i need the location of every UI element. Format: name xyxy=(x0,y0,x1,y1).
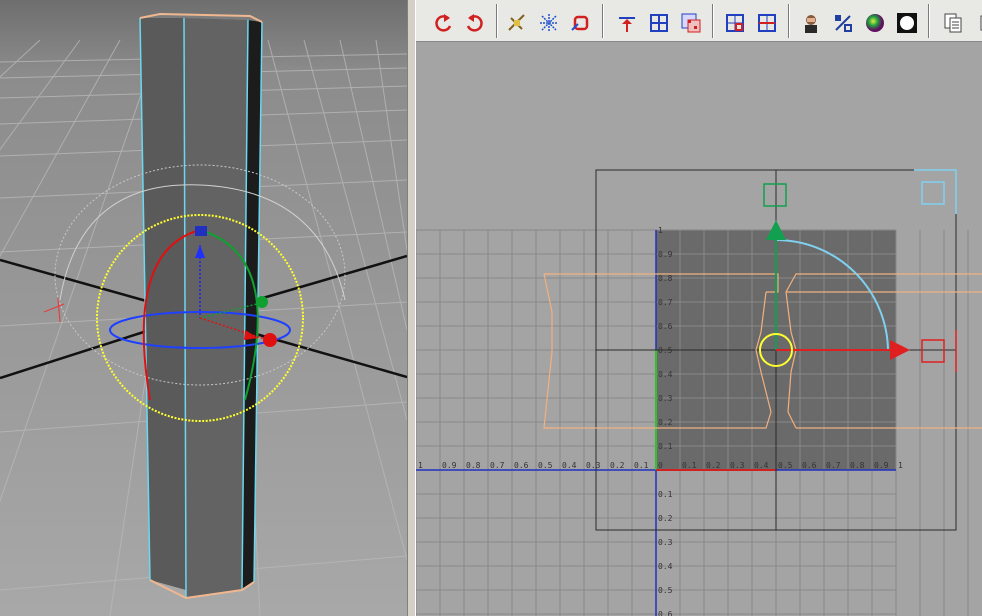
perspective-scene xyxy=(0,0,407,616)
u-move-handle xyxy=(890,340,910,360)
uv-toolbar xyxy=(416,0,982,42)
u-tick-label: 0.2 xyxy=(706,461,721,470)
rotate-cw-icon[interactable] xyxy=(462,10,488,36)
u-tick-label: 0.7 xyxy=(826,461,841,470)
u-tick-label: 0.4 xyxy=(754,461,769,470)
u-tick-label: 0.8 xyxy=(850,461,865,470)
uniform-scale-handle xyxy=(921,181,945,205)
color-sphere-icon[interactable] xyxy=(862,10,888,36)
u-tick-label: 0.5 xyxy=(778,461,793,470)
align-top-icon[interactable] xyxy=(614,10,640,36)
u-tick-label: 1 xyxy=(418,461,423,470)
u-tick-label: 0.3 xyxy=(730,461,745,470)
border-select-icon[interactable] xyxy=(754,10,780,36)
shell-select-icon[interactable] xyxy=(722,10,748,36)
u-tick-label: 0.9 xyxy=(442,461,457,470)
perspective-viewport[interactable] xyxy=(0,0,407,616)
v-tick-label: 0.1 xyxy=(658,490,673,499)
v-tick-label: 0.3 xyxy=(658,394,673,403)
u-tick-label: 0.1 xyxy=(634,461,649,470)
v-tick-label: 0.2 xyxy=(658,418,673,427)
u-tick-label: 1 xyxy=(898,461,903,470)
octagon-column[interactable] xyxy=(139,12,263,600)
v-tick-label: 0.5 xyxy=(658,586,673,595)
grid-uv-icon[interactable] xyxy=(646,10,672,36)
u-tick-label: 0.8 xyxy=(466,461,481,470)
u-tick-label: 0.1 xyxy=(682,461,697,470)
black-sphere-icon[interactable] xyxy=(894,10,920,36)
v-tick-label: 0.8 xyxy=(658,274,673,283)
unfold-uv-icon[interactable] xyxy=(536,10,562,36)
u-tick-label: 0.6 xyxy=(514,461,529,470)
layout-uv-icon[interactable] xyxy=(568,10,594,36)
v-tick-label: 0.3 xyxy=(658,538,673,547)
v-tick-label: 0.7 xyxy=(658,298,673,307)
v-tick-label: 0.6 xyxy=(658,322,673,331)
copy-page-icon[interactable] xyxy=(940,10,966,36)
v-tick-label: 0.4 xyxy=(658,562,673,571)
u-tick-label: 0.7 xyxy=(490,461,505,470)
v-tick-label: 1 xyxy=(658,226,663,235)
checker-map-icon[interactable] xyxy=(678,10,704,36)
panel-splitter[interactable] xyxy=(407,0,416,616)
v-tick-label: 0.6 xyxy=(658,610,673,616)
texture-image-icon[interactable] xyxy=(798,10,824,36)
u-tick-label: 0.2 xyxy=(610,461,625,470)
v-scale-handle xyxy=(763,183,787,207)
u-tick-label: 0 xyxy=(658,461,663,470)
v-tick-label: 0.1 xyxy=(658,442,673,451)
rotate-ccw-icon[interactable] xyxy=(430,10,456,36)
uv-grid-canvas[interactable]: 1 0.9 0.8 0.7 0.6 0.5 0.4 0.3 0.2 0.1 0 0.1 0.2 0.3 0… xyxy=(416,42,982,616)
u-tick-label: 0.9 xyxy=(874,461,889,470)
u-tick-label: 0.4 xyxy=(562,461,577,470)
u-tick-label: 0.3 xyxy=(586,461,601,470)
uv-texture-editor[interactable]: 1 0.9 0.8 0.7 0.6 0.5 0.4 0.3 0.2 0.1 0 0.1 0.2 0.3 0… xyxy=(416,0,982,616)
v-tick-label: 0.2 xyxy=(658,514,673,523)
v-tick-label: 0.4 xyxy=(658,370,673,379)
u-tick-label: 0.5 xyxy=(538,461,553,470)
v-tick-label: 0.9 xyxy=(658,250,673,259)
u-scale-handle xyxy=(921,339,945,363)
cut-uv-icon[interactable] xyxy=(504,10,530,36)
more-toolbar-icon[interactable] xyxy=(972,10,982,36)
u-tick-label: 0.6 xyxy=(802,461,817,470)
percent-icon[interactable] xyxy=(830,10,856,36)
